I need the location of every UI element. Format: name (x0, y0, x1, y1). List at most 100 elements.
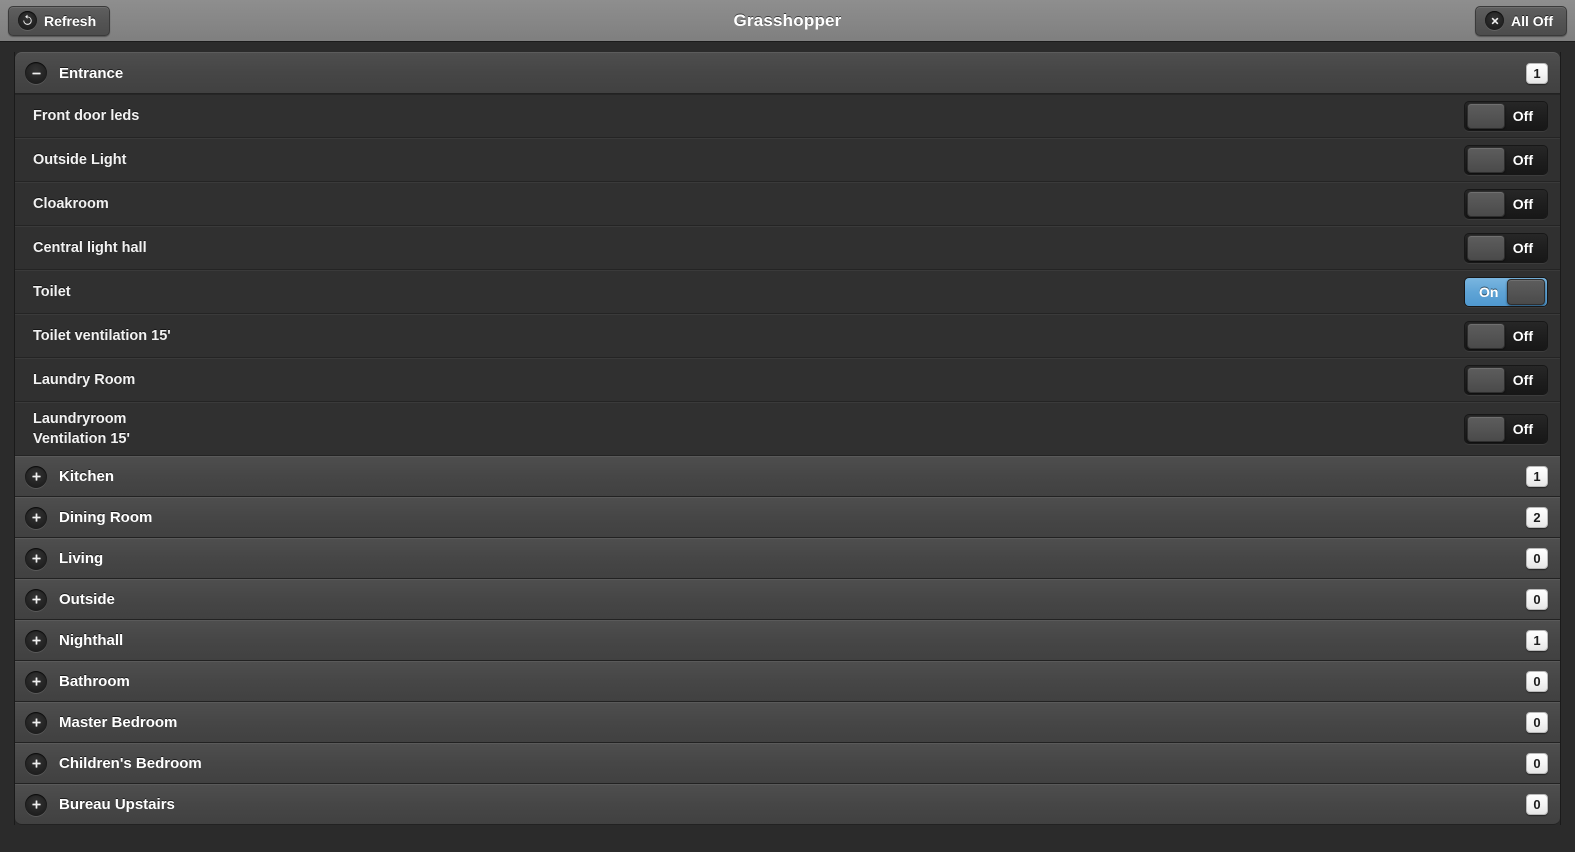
device-name: Cloakroom (33, 196, 109, 212)
active-device-count-badge: 0 (1526, 548, 1548, 569)
active-device-count-badge: 2 (1526, 507, 1548, 528)
device-row[interactable]: Front door leds Off (15, 94, 1560, 138)
device-row[interactable]: Toilet ventilation 15' Off (15, 314, 1560, 358)
plus-circle-icon (25, 465, 47, 488)
refresh-button[interactable]: Refresh (8, 5, 111, 36)
active-device-count-badge: 0 (1526, 671, 1548, 692)
toggle-state-label: Off (1512, 240, 1533, 256)
room-group-title: Bathroom (59, 673, 130, 690)
device-toggle[interactable]: Off (1464, 365, 1548, 395)
toggle-state-label: Off (1512, 372, 1533, 388)
device-row[interactable]: Outside Light Off (15, 138, 1560, 182)
toggle-state-label: Off (1512, 108, 1533, 124)
room-group-title: Nighthall (59, 632, 124, 649)
device-toggle[interactable]: Off (1464, 101, 1548, 131)
room-group: Entrance 1 Front door leds Off Outside Light… (15, 52, 1560, 456)
room-group-header-entrance[interactable]: Entrance 1 (15, 52, 1560, 94)
active-device-count-badge: 0 (1526, 794, 1548, 815)
device-row[interactable]: Cloakroom Off (15, 182, 1560, 226)
device-name: Laundryroom Ventilation 15' (33, 411, 130, 447)
device-toggle[interactable]: On (1464, 277, 1548, 307)
main-content: Entrance 1 Front door leds Off Outside Light… (0, 42, 1575, 852)
all-off-button-label: All Off (1511, 12, 1553, 29)
toggle-knob[interactable] (1467, 416, 1505, 442)
room-group-header-bureau-upstairs[interactable]: Bureau Upstairs 0 (15, 784, 1560, 825)
room-group-title: Master Bedroom (59, 714, 178, 731)
room-group-header-living[interactable]: Living 0 (15, 538, 1560, 579)
toggle-state-label: Off (1512, 196, 1533, 212)
minus-circle-icon (25, 62, 47, 84)
room-group-header-children-s-bedroom[interactable]: Children's Bedroom 0 (15, 743, 1560, 784)
device-toggle[interactable]: Off (1464, 321, 1548, 351)
room-group-body: Front door leds Off Outside Light Off Cloakr… (15, 94, 1560, 456)
plus-circle-icon (25, 670, 47, 693)
room-group: Master Bedroom 0 (15, 702, 1560, 743)
room-group-title: Dining Room (59, 509, 153, 526)
device-name: Front door leds (33, 108, 140, 124)
device-toggle[interactable]: Off (1464, 145, 1548, 175)
device-row[interactable]: Laundryroom Ventilation 15' Off (15, 402, 1560, 456)
plus-circle-icon (25, 506, 47, 529)
toggle-state-label: Off (1512, 328, 1533, 344)
active-device-count-badge: 0 (1526, 753, 1548, 774)
plus-circle-icon (25, 629, 47, 652)
plus-circle-icon (25, 588, 47, 611)
toggle-state-label: On (1479, 284, 1499, 300)
device-name: Laundry Room (33, 372, 136, 388)
room-group-title: Outside (59, 591, 115, 608)
toggle-knob[interactable] (1467, 323, 1505, 349)
active-device-count-badge: 1 (1526, 630, 1548, 651)
room-group-title: Kitchen (59, 468, 115, 485)
toggle-knob[interactable] (1467, 191, 1505, 217)
device-toggle[interactable]: Off (1464, 189, 1548, 219)
device-row[interactable]: Laundry Room Off (15, 358, 1560, 402)
toggle-state-label: Off (1512, 152, 1533, 168)
active-device-count-badge: 0 (1526, 712, 1548, 733)
device-toggle[interactable]: Off (1464, 414, 1548, 444)
device-name: Toilet ventilation 15' (33, 328, 171, 344)
active-device-count-badge: 1 (1526, 466, 1548, 487)
room-group: Living 0 (15, 538, 1560, 579)
active-device-count-badge: 1 (1526, 62, 1548, 84)
refresh-button-label: Refresh (44, 12, 97, 29)
room-group-header-nighthall[interactable]: Nighthall 1 (15, 620, 1560, 661)
plus-circle-icon (25, 547, 47, 570)
room-group: Outside 0 (15, 579, 1560, 620)
room-group-header-kitchen[interactable]: Kitchen 1 (15, 456, 1560, 497)
room-group-title: Entrance (59, 64, 124, 82)
active-device-count-badge: 0 (1526, 589, 1548, 610)
room-group-header-outside[interactable]: Outside 0 (15, 579, 1560, 620)
toggle-knob[interactable] (1467, 367, 1505, 393)
page-title: Grasshopper (733, 10, 842, 30)
all-off-button[interactable]: All Off (1475, 5, 1567, 36)
device-name: Outside Light (33, 152, 127, 168)
room-group-title: Bureau Upstairs (59, 796, 175, 813)
device-row[interactable]: Central light hall Off (15, 226, 1560, 270)
device-name: Central light hall (33, 240, 147, 256)
room-accordion-list: Entrance 1 Front door leds Off Outside Light… (14, 52, 1561, 825)
room-group-header-master-bedroom[interactable]: Master Bedroom 0 (15, 702, 1560, 743)
device-row[interactable]: Toilet On (15, 270, 1560, 314)
toggle-knob[interactable] (1467, 103, 1505, 129)
room-group-header-bathroom[interactable]: Bathroom 0 (15, 661, 1560, 702)
plus-circle-icon (25, 752, 47, 775)
room-group: Bureau Upstairs 0 (15, 784, 1560, 825)
close-x-icon (1485, 11, 1504, 30)
toggle-knob[interactable] (1467, 147, 1505, 173)
room-group: Children's Bedroom 0 (15, 743, 1560, 784)
device-name: Toilet (33, 284, 71, 300)
toggle-state-label: Off (1512, 421, 1533, 437)
toggle-knob[interactable] (1507, 279, 1545, 305)
room-group: Bathroom 0 (15, 661, 1560, 702)
room-group: Dining Room 2 (15, 497, 1560, 538)
app-header-bar: Refresh Grasshopper All Off (0, 0, 1575, 42)
plus-circle-icon (25, 793, 47, 816)
room-group: Kitchen 1 (15, 456, 1560, 497)
device-toggle[interactable]: Off (1464, 233, 1548, 263)
room-group-title: Living (59, 550, 104, 567)
room-group-header-dining-room[interactable]: Dining Room 2 (15, 497, 1560, 538)
toggle-knob[interactable] (1467, 235, 1505, 261)
refresh-icon (18, 11, 37, 30)
room-group-title: Children's Bedroom (59, 755, 202, 772)
plus-circle-icon (25, 711, 47, 734)
